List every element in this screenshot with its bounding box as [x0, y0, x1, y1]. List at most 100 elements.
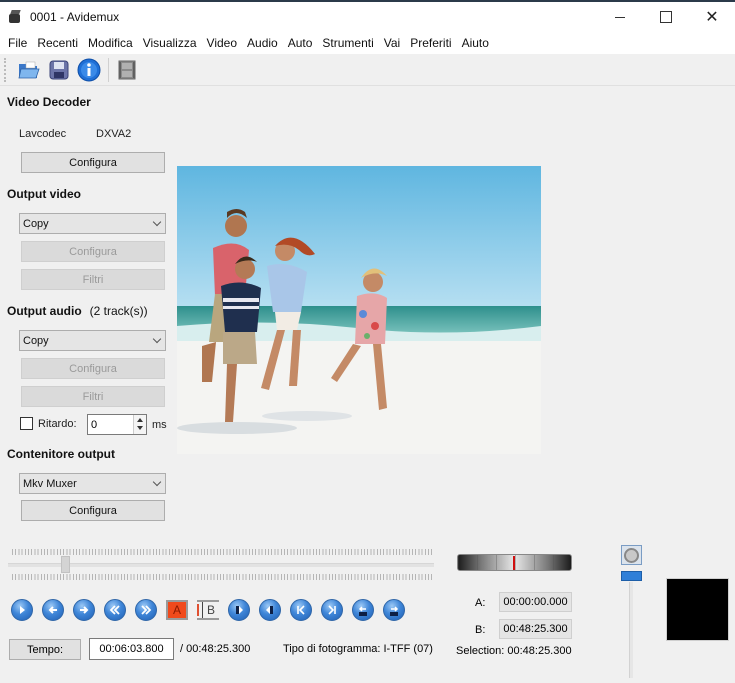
set-marker-a-button[interactable]: A: [166, 600, 188, 620]
output-audio-filters-button[interactable]: Filtri: [21, 386, 165, 407]
avidemux-logo-icon: [8, 10, 22, 24]
output-video-title: Output video: [7, 187, 81, 201]
marker-b-label: B:: [475, 624, 486, 636]
menu-modifica[interactable]: Modifica: [83, 32, 138, 54]
forward-60s-button[interactable]: [383, 599, 405, 621]
info-icon: [77, 58, 101, 81]
close-icon: ✕: [705, 9, 719, 26]
output-video-filters-button[interactable]: Filtri: [21, 269, 165, 290]
frame-type: Tipo di fotogramma: I-TFF (07): [283, 643, 433, 655]
previous-frame-button[interactable]: [42, 599, 64, 621]
output-audio-title: Output audio (2 track(s)): [7, 304, 148, 318]
container-muxer-select[interactable]: Mkv Muxer: [19, 473, 166, 494]
output-audio-configure-button[interactable]: Configura: [21, 358, 165, 379]
set-marker-b-button[interactable]: B: [197, 600, 219, 620]
audio-delay-label: Ritardo:: [38, 418, 77, 430]
spin-arrows-icon[interactable]: [133, 415, 146, 434]
double-chevron-left-icon: [109, 605, 120, 615]
properties-button[interactable]: [114, 57, 140, 83]
menu-file[interactable]: File: [3, 32, 32, 54]
next-cut-button[interactable]: [259, 599, 281, 621]
menu-preferiti[interactable]: Preferiti: [405, 32, 456, 54]
video-frame-image: [177, 166, 541, 454]
close-button[interactable]: ✕: [689, 2, 735, 32]
marker-b-time: 00:48:25.300: [499, 619, 572, 639]
go-to-marker-a-button[interactable]: [290, 599, 312, 621]
audio-delay-spinbox[interactable]: 0: [87, 414, 147, 435]
go-to-start-icon: [297, 605, 305, 615]
audio-delay-checkbox[interactable]: [20, 417, 33, 430]
audio-delay-value: 0: [91, 418, 98, 431]
toolbar: [0, 54, 735, 86]
output-video-codec-select[interactable]: Copy: [19, 213, 166, 234]
maximize-button[interactable]: [643, 2, 689, 32]
marker-a-time: 00:00:00.000: [499, 592, 572, 612]
chevron-down-icon: [152, 217, 162, 227]
next-cut-icon: [266, 606, 273, 614]
marker-a-icon: A: [172, 603, 181, 617]
menu-bar: File Recenti Modifica Visualizza Video A…: [0, 32, 735, 54]
timeline-groove[interactable]: [8, 563, 434, 567]
audio-delay-unit: ms: [152, 419, 167, 431]
decoder-name: Lavcodec: [19, 128, 67, 140]
current-time-input[interactable]: 00:06:03.800: [89, 638, 174, 660]
toolbar-separator: [108, 57, 109, 82]
volume-speaker-icon[interactable]: [621, 545, 642, 565]
back-60-icon: [358, 606, 367, 616]
decoder-hw-accel: DXVA2: [96, 128, 132, 140]
audio-meter-display: [666, 578, 729, 641]
container-muxer-value: Mkv Muxer: [23, 477, 77, 490]
film-properties-icon: [118, 60, 136, 79]
output-video-configure-button[interactable]: Configura: [21, 241, 165, 262]
minimize-button[interactable]: [597, 2, 643, 32]
menu-audio[interactable]: Audio: [242, 32, 283, 54]
window-controls: ✕: [597, 2, 735, 32]
video-decoder-configure-button[interactable]: Configura: [21, 152, 165, 173]
window-title: 0001 - Avidemux: [30, 10, 120, 24]
arrow-right-icon: [80, 606, 89, 614]
jog-marker: [513, 556, 515, 570]
jog-shuttle[interactable]: [457, 554, 572, 571]
marker-a-label: A:: [475, 597, 486, 609]
back-60s-button[interactable]: [352, 599, 374, 621]
save-disk-icon: [49, 60, 69, 79]
go-to-end-icon: [328, 605, 336, 615]
open-folder-icon: [18, 61, 40, 78]
next-frame-button[interactable]: [73, 599, 95, 621]
output-audio-title-text: Output audio: [7, 304, 82, 318]
tempo-button[interactable]: Tempo:: [9, 639, 81, 660]
menu-auto[interactable]: Auto: [283, 32, 318, 54]
title-bar: 0001 - Avidemux ✕: [0, 2, 735, 32]
menu-aiuto[interactable]: Aiuto: [457, 32, 494, 54]
menu-strumenti[interactable]: Strumenti: [317, 32, 378, 54]
audio-track-count: (2 track(s)): [89, 304, 148, 318]
next-keyframe-button[interactable]: [135, 599, 157, 621]
menu-visualizza[interactable]: Visualizza: [138, 32, 202, 54]
container-configure-button[interactable]: Configura: [21, 500, 165, 521]
toolbar-grip[interactable]: [4, 57, 8, 82]
previous-cut-button[interactable]: [228, 599, 250, 621]
save-button[interactable]: [46, 57, 72, 83]
play-button[interactable]: [11, 599, 33, 621]
timeline-handle[interactable]: [61, 556, 70, 573]
menu-recenti[interactable]: Recenti: [32, 32, 83, 54]
double-chevron-right-icon: [141, 605, 152, 615]
menu-video[interactable]: Video: [202, 32, 242, 54]
volume-handle[interactable]: [621, 571, 642, 581]
go-to-marker-b-button[interactable]: [321, 599, 343, 621]
forward-60-icon: [390, 606, 399, 616]
output-audio-codec-select[interactable]: Copy: [19, 330, 166, 351]
menu-vai[interactable]: Vai: [379, 32, 405, 54]
selection-duration: Selection: 00:48:25.300: [456, 645, 572, 657]
open-button[interactable]: [16, 57, 42, 83]
playback-controls: A B: [11, 598, 414, 622]
marker-b-icon: B: [206, 603, 215, 617]
arrow-left-icon: [48, 606, 57, 614]
previous-keyframe-button[interactable]: [104, 599, 126, 621]
video-decoder-title: Video Decoder: [7, 95, 91, 109]
volume-slider-track[interactable]: [629, 582, 633, 678]
output-audio-codec-value: Copy: [23, 334, 49, 347]
output-video-codec-value: Copy: [23, 217, 49, 230]
timeline-slider[interactable]: [8, 546, 436, 582]
info-button[interactable]: [76, 57, 102, 83]
